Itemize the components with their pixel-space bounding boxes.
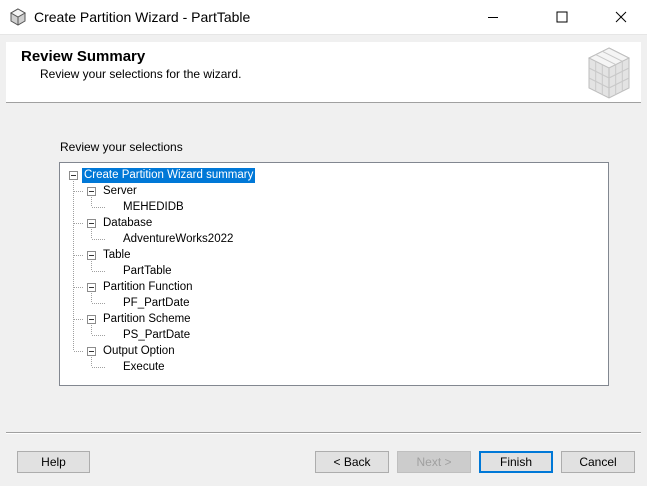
page-title: Review Summary [21, 48, 146, 65]
tree-node-database[interactable]: Database [103, 216, 152, 231]
wizard-header: Review Summary Review your selections fo… [6, 42, 641, 103]
tree-leaf-server-value[interactable]: MEHEDIDB [123, 200, 184, 215]
server-collapse-toggle[interactable] [87, 187, 96, 196]
section-label: Review your selections [60, 140, 183, 154]
partition-function-collapse-toggle[interactable] [87, 283, 96, 292]
cube-icon [587, 47, 631, 99]
root-collapse-toggle[interactable] [69, 171, 78, 180]
tree-leaf-database-value[interactable]: AdventureWorks2022 [123, 232, 233, 247]
close-button[interactable] [598, 0, 644, 34]
tree-root-node[interactable]: Create Partition Wizard summary [82, 168, 256, 183]
maximize-icon [556, 11, 568, 23]
app-icon [9, 8, 27, 26]
table-collapse-toggle[interactable] [87, 251, 96, 260]
tree-leaf-partition-function-value[interactable]: PF_PartDate [123, 296, 189, 311]
title-bar: Create Partition Wizard - PartTable [0, 0, 647, 35]
tree-node-output-option[interactable]: Output Option [103, 344, 175, 359]
tree-node-partition-scheme[interactable]: Partition Scheme [103, 312, 191, 327]
footer-divider [6, 432, 641, 434]
tree-node-server[interactable]: Server [103, 184, 137, 199]
cancel-button[interactable]: Cancel [561, 451, 635, 473]
database-collapse-toggle[interactable] [87, 219, 96, 228]
help-button[interactable]: Help [17, 451, 90, 473]
close-icon [615, 11, 627, 23]
tree-node-partition-function[interactable]: Partition Function [103, 280, 193, 295]
tree-leaf-table-value[interactable]: PartTable [123, 264, 172, 279]
window-title: Create Partition Wizard - PartTable [34, 9, 251, 25]
maximize-button[interactable] [539, 0, 585, 34]
summary-tree[interactable]: Create Partition Wizard summary Server M… [59, 162, 609, 386]
minimize-icon [488, 17, 498, 18]
back-button[interactable]: < Back [315, 451, 389, 473]
finish-button[interactable]: Finish [479, 451, 553, 473]
tree-leaf-partition-scheme-value[interactable]: PS_PartDate [123, 328, 190, 343]
tree-node-table[interactable]: Table [103, 248, 131, 263]
next-button[interactable]: Next > [397, 451, 471, 473]
minimize-button[interactable] [470, 0, 516, 34]
partition-scheme-collapse-toggle[interactable] [87, 315, 96, 324]
page-subtitle: Review your selections for the wizard. [40, 67, 242, 81]
output-option-collapse-toggle[interactable] [87, 347, 96, 356]
tree-leaf-output-option-value[interactable]: Execute [123, 360, 165, 375]
